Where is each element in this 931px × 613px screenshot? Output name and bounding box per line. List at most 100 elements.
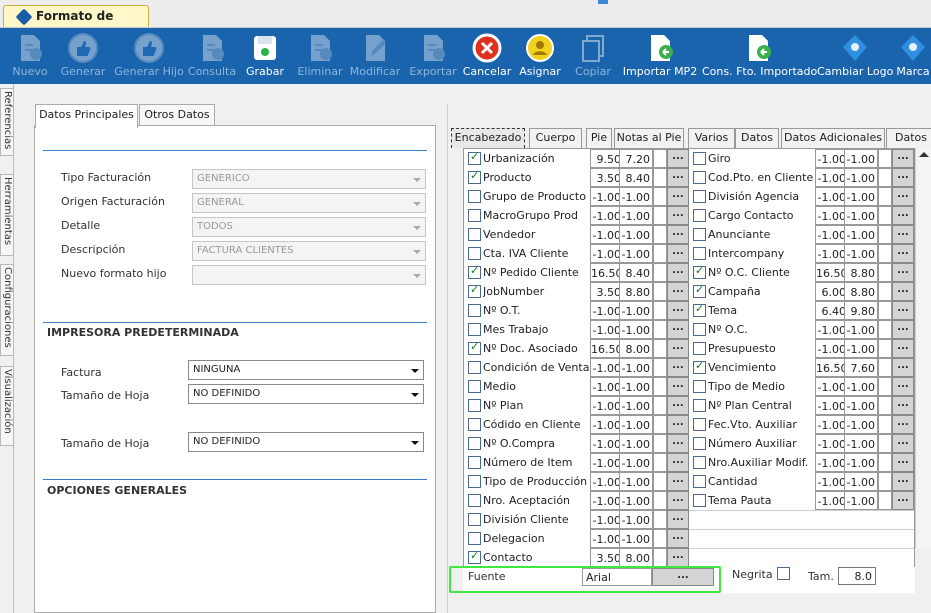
field-checkbox[interactable]: [693, 283, 706, 298]
field-pos-y[interactable]: 8.80: [844, 282, 878, 301]
field-pos-y[interactable]: -1.00: [619, 510, 653, 529]
field-flag-box[interactable]: [878, 358, 892, 377]
field-flag-box[interactable]: [653, 529, 667, 548]
field-pos-y[interactable]: -1.00: [844, 491, 878, 510]
field-flag-box[interactable]: [878, 149, 892, 168]
field-flag-box[interactable]: [653, 510, 667, 529]
field-checkbox[interactable]: [468, 549, 481, 564]
side-tab-visualizacion[interactable]: Visualización: [0, 366, 14, 446]
field-checkbox[interactable]: [693, 456, 706, 469]
field-pos-y[interactable]: -1.00: [844, 377, 878, 396]
toolbar-button[interactable]: Importar MP2: [621, 28, 699, 84]
field-pos-y[interactable]: -1.00: [844, 339, 878, 358]
field-options-button[interactable]: ...: [892, 377, 914, 396]
field-options-button[interactable]: ...: [892, 187, 914, 206]
field-flag-box[interactable]: [878, 301, 892, 320]
field-checkbox[interactable]: [693, 209, 706, 222]
field-options-button[interactable]: ...: [892, 453, 914, 472]
field-checkbox[interactable]: [693, 380, 706, 393]
field-pos-y[interactable]: 8.00: [619, 548, 653, 567]
field-flag-box[interactable]: [878, 282, 892, 301]
factura-printer-select[interactable]: NINGUNA: [188, 360, 424, 380]
toolbar-button[interactable]: Modificar: [346, 28, 404, 84]
toolbar-button[interactable]: Generar: [55, 28, 111, 84]
field-checkbox[interactable]: [693, 171, 706, 184]
field-flag-box[interactable]: [878, 415, 892, 434]
toolbar-button[interactable]: Cancelar: [460, 28, 514, 84]
format-tab[interactable]: Notas al Pie: [614, 128, 684, 148]
tamano-hoja-select[interactable]: NO DEFINIDO: [188, 384, 424, 404]
tab-datos-principales[interactable]: Datos Principales: [35, 104, 138, 128]
field-pos-y[interactable]: 7.60: [844, 358, 878, 377]
field-options-button[interactable]: ...: [892, 149, 914, 168]
field-options-button[interactable]: ...: [892, 282, 914, 301]
field-options-button[interactable]: ...: [892, 206, 914, 225]
field-pos-y[interactable]: -1.00: [844, 434, 878, 453]
field-checkbox[interactable]: [693, 342, 706, 355]
format-tab[interactable]: Datos Adicionales: [781, 128, 885, 148]
field-checkbox[interactable]: [693, 418, 706, 431]
toolbar-button[interactable]: Generar Hijo: [113, 28, 185, 84]
toolbar-button[interactable]: Marca: [895, 28, 931, 84]
field-checkbox[interactable]: [693, 359, 706, 374]
field-pos-y[interactable]: -1.00: [844, 187, 878, 206]
field-checkbox[interactable]: [693, 475, 706, 488]
field-flag-box[interactable]: [878, 491, 892, 510]
toolbar-button[interactable]: Asignar: [516, 28, 564, 84]
field-flag-box[interactable]: [878, 396, 892, 415]
side-tab-referencias[interactable]: Referencias: [0, 88, 14, 156]
field-checkbox[interactable]: [693, 399, 706, 412]
negrita-checkbox[interactable]: [777, 567, 790, 580]
field-pos-y[interactable]: -1.00: [844, 149, 878, 168]
grid-scrollbar[interactable]: [915, 148, 931, 548]
field-checkbox[interactable]: [693, 264, 706, 279]
format-tab[interactable]: Varios: [688, 128, 735, 148]
field-flag-box[interactable]: [653, 548, 667, 567]
field-checkbox[interactable]: [693, 152, 706, 165]
field-checkbox[interactable]: [693, 494, 706, 507]
field-checkbox[interactable]: [468, 532, 481, 545]
field-flag-box[interactable]: [878, 225, 892, 244]
field-flag-box[interactable]: [878, 206, 892, 225]
field-options-button[interactable]: ...: [892, 244, 914, 263]
field-pos-y[interactable]: -1.00: [844, 244, 878, 263]
field-flag-box[interactable]: [878, 434, 892, 453]
format-tab[interactable]: Pie: [586, 128, 612, 148]
field-pos-y[interactable]: -1.00: [844, 472, 878, 491]
field-checkbox[interactable]: [468, 513, 481, 526]
field-flag-box[interactable]: [878, 339, 892, 358]
field-options-button[interactable]: ...: [892, 168, 914, 187]
field-options-button[interactable]: ...: [892, 491, 914, 510]
tab-otros-datos[interactable]: Otros Datos: [139, 104, 215, 126]
field-options-button[interactable]: ...: [892, 396, 914, 415]
field-checkbox[interactable]: [693, 247, 706, 260]
field-pos-y[interactable]: -1.00: [844, 396, 878, 415]
field-options-button[interactable]: ...: [667, 529, 689, 548]
field-options-button[interactable]: ...: [892, 225, 914, 244]
toolbar-button[interactable]: Copiar: [570, 28, 616, 84]
field-pos-y[interactable]: -1.00: [844, 168, 878, 187]
toolbar-button[interactable]: Eliminar: [294, 28, 346, 84]
field-options-button[interactable]: ...: [667, 510, 689, 529]
format-tab[interactable]: Encabezado: [451, 128, 525, 148]
field-options-button[interactable]: ...: [892, 472, 914, 491]
field-checkbox[interactable]: [693, 323, 706, 336]
field-flag-box[interactable]: [878, 472, 892, 491]
field-pos-y[interactable]: 9.80: [844, 301, 878, 320]
field-options-button[interactable]: ...: [892, 339, 914, 358]
field-options-button[interactable]: ...: [892, 358, 914, 377]
format-tab[interactable]: Datos: [886, 128, 931, 148]
field-options-button[interactable]: ...: [667, 548, 689, 567]
field-options-button[interactable]: ...: [892, 415, 914, 434]
toolbar-button[interactable]: Cons. Fto. Importado: [702, 28, 817, 84]
tamano-hoja-select-2[interactable]: NO DEFINIDO: [188, 432, 424, 452]
field-pos-y[interactable]: -1.00: [844, 320, 878, 339]
field-checkbox[interactable]: [693, 302, 706, 317]
field-options-button[interactable]: ...: [892, 301, 914, 320]
field-flag-box[interactable]: [878, 168, 892, 187]
field-options-button[interactable]: ...: [892, 434, 914, 453]
field-flag-box[interactable]: [878, 453, 892, 472]
field-options-button[interactable]: ...: [892, 320, 914, 339]
toolbar-button[interactable]: Consulta: [186, 28, 238, 84]
field-pos-y[interactable]: -1.00: [844, 206, 878, 225]
